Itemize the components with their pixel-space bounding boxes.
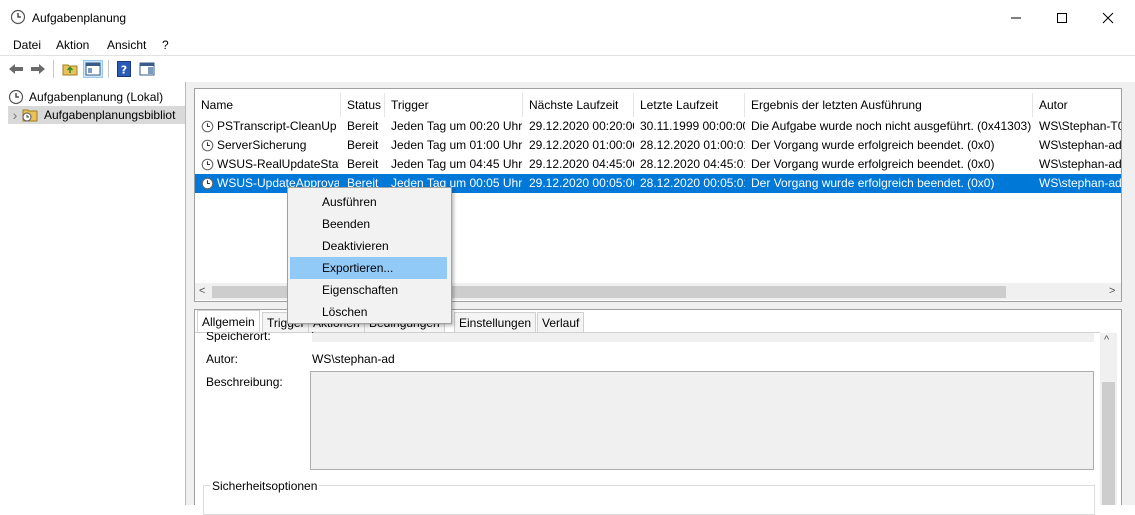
- folder-clock-icon: [22, 109, 38, 122]
- context-menu-item[interactable]: Beenden: [290, 213, 447, 235]
- column-header-last-run[interactable]: Letzte Laufzeit: [634, 93, 745, 117]
- task-clock-icon: [201, 139, 214, 152]
- cell-author: WS\stephan-ad: [1039, 176, 1121, 190]
- column-header-result[interactable]: Ergebnis der letzten Ausführung: [745, 93, 1033, 117]
- cell-result: Der Vorgang wurde erfolgreich beendet. (…: [751, 176, 995, 190]
- column-header-trigger[interactable]: Trigger: [385, 93, 523, 117]
- svg-text:?: ?: [121, 64, 127, 77]
- folder-up-icon: [62, 64, 78, 76]
- cell-result: Der Vorgang wurde erfolgreich beendet. (…: [751, 157, 995, 171]
- back-arrow-icon: [9, 64, 23, 74]
- cell-name: PSTranscript-CleanUp: [217, 119, 337, 133]
- tree-item-label: Aufgabenplanung (Lokal): [29, 90, 164, 104]
- toolbar: [0, 57, 1135, 81]
- menu-ansicht[interactable]: Ansicht: [107, 38, 146, 52]
- cell-last: 28.12.2020 01:00:01: [640, 138, 745, 152]
- cell-next: 29.12.2020 00:05:00: [529, 176, 634, 190]
- folder-up-button[interactable]: [60, 60, 80, 78]
- location-label: Speicherort:: [206, 332, 271, 342]
- cell-next: 29.12.2020 00:20:00: [529, 119, 634, 133]
- cell-next: 29.12.2020 01:00:00: [529, 138, 634, 152]
- description-label: Beschreibung:: [206, 375, 283, 389]
- title-bar: [0, 0, 1135, 36]
- author-value[interactable]: WS\stephan-ad: [312, 352, 395, 366]
- context-menu-item[interactable]: Ausführen: [290, 191, 447, 213]
- column-header-next-run[interactable]: Nächste Laufzeit: [523, 93, 634, 117]
- toolbar-separator: [108, 60, 109, 78]
- forward-arrow-icon: [31, 64, 45, 74]
- cell-trigger: Jeden Tag um 00:20 Uhr: [391, 119, 523, 133]
- cell-author: WS\Stephan-T0: [1039, 119, 1121, 133]
- cell-author: WS\stephan-ad: [1039, 138, 1121, 152]
- minimize-icon: [1011, 17, 1021, 19]
- cell-next: 29.12.2020 04:45:00: [529, 157, 634, 171]
- scroll-left-icon[interactable]: <: [199, 285, 205, 297]
- security-options-label: Sicherheitsoptionen: [210, 479, 320, 493]
- table-row[interactable]: WSUS-RealUpdateState Bereit Jeden Tag um 0…: [195, 155, 1121, 174]
- cell-author: WS\stephan-ad: [1039, 157, 1121, 171]
- cell-last: 28.12.2020 00:05:01: [640, 176, 745, 190]
- minimize-button[interactable]: [993, 0, 1039, 36]
- cell-status: Bereit: [347, 157, 379, 171]
- table-row[interactable]: ServerSicherung Bereit Jeden Tag um 01:00 …: [195, 136, 1121, 155]
- tab-allgemein[interactable]: Allgemein: [197, 310, 260, 333]
- menu-aktion[interactable]: Aktion: [56, 38, 89, 52]
- cell-result: Der Vorgang wurde erfolgreich beendet. (…: [751, 138, 995, 152]
- show-hide-tree-button[interactable]: [83, 60, 103, 78]
- cell-result: Die Aufgabe wurde noch nicht ausgeführt.…: [751, 119, 1032, 133]
- location-field: [312, 333, 1094, 342]
- close-icon: [1102, 12, 1114, 24]
- tree-item-label: Aufgabenplanungsbibliot: [44, 108, 176, 122]
- help-button[interactable]: ?: [114, 60, 134, 78]
- cell-last: 28.12.2020 04:45:01: [640, 157, 745, 171]
- context-menu-item[interactable]: Eigenschaften: [290, 279, 447, 301]
- cell-name: ServerSicherung: [217, 138, 307, 152]
- vertical-scrollbar-thumb[interactable]: [1102, 382, 1115, 505]
- menu-datei[interactable]: Datei: [13, 38, 41, 52]
- clock-icon: [10, 9, 26, 25]
- context-menu-item[interactable]: Löschen: [290, 301, 447, 323]
- security-options-group: [203, 485, 1095, 515]
- navigation-tree: [0, 82, 185, 505]
- scroll-up-icon[interactable]: ^: [1104, 334, 1109, 346]
- properties-pane-button[interactable]: [137, 60, 157, 78]
- show-hide-tree-icon: [85, 62, 101, 76]
- table-row[interactable]: PSTranscript-CleanUp Bereit Jeden Tag um 0…: [195, 117, 1121, 136]
- tab-verlauf[interactable]: Verlauf: [537, 312, 585, 332]
- menu-bar: [0, 36, 1135, 56]
- cell-last: 30.11.1999 00:00:00: [640, 119, 745, 133]
- tab-einstellungen[interactable]: Einstellungen: [454, 312, 537, 332]
- cell-trigger: Jeden Tag um 01:00 Uhr: [391, 138, 523, 152]
- description-field[interactable]: [310, 371, 1094, 470]
- cell-status: Bereit: [347, 138, 379, 152]
- column-header-status[interactable]: Status: [341, 93, 385, 117]
- close-button[interactable]: [1085, 0, 1131, 36]
- back-button[interactable]: [6, 60, 26, 78]
- chevron-right-icon[interactable]: ›: [8, 107, 22, 123]
- menu-help[interactable]: ?: [162, 38, 169, 52]
- task-clock-icon: [201, 120, 214, 133]
- column-header-author[interactable]: Autor: [1033, 93, 1121, 117]
- cell-name: WSUS-RealUpdateState: [217, 157, 339, 171]
- maximize-icon: [1057, 13, 1067, 23]
- tree-item-library[interactable]: › Aufgabenplanungsbibliot: [8, 106, 185, 124]
- window-title: Aufgabenplanung: [32, 11, 127, 25]
- column-header-name[interactable]: Name: [195, 93, 341, 117]
- cell-trigger: Jeden Tag um 04:45 Uhr: [391, 157, 523, 171]
- task-clock-icon: [201, 177, 214, 190]
- maximize-button[interactable]: [1039, 0, 1085, 36]
- clock-icon: [8, 89, 24, 105]
- properties-pane-icon: [139, 62, 155, 76]
- toolbar-separator: [53, 60, 54, 78]
- task-clock-icon: [201, 158, 214, 171]
- cell-status: Bereit: [347, 119, 379, 133]
- tree-item-root[interactable]: Aufgabenplanung (Lokal): [8, 88, 163, 106]
- context-menu-item[interactable]: Exportieren...: [290, 257, 447, 279]
- help-icon: ?: [117, 61, 131, 77]
- author-label: Autor:: [206, 352, 239, 366]
- forward-button[interactable]: [28, 60, 48, 78]
- scroll-right-icon[interactable]: >: [1109, 285, 1115, 297]
- context-menu-item[interactable]: Deaktivieren: [290, 235, 447, 257]
